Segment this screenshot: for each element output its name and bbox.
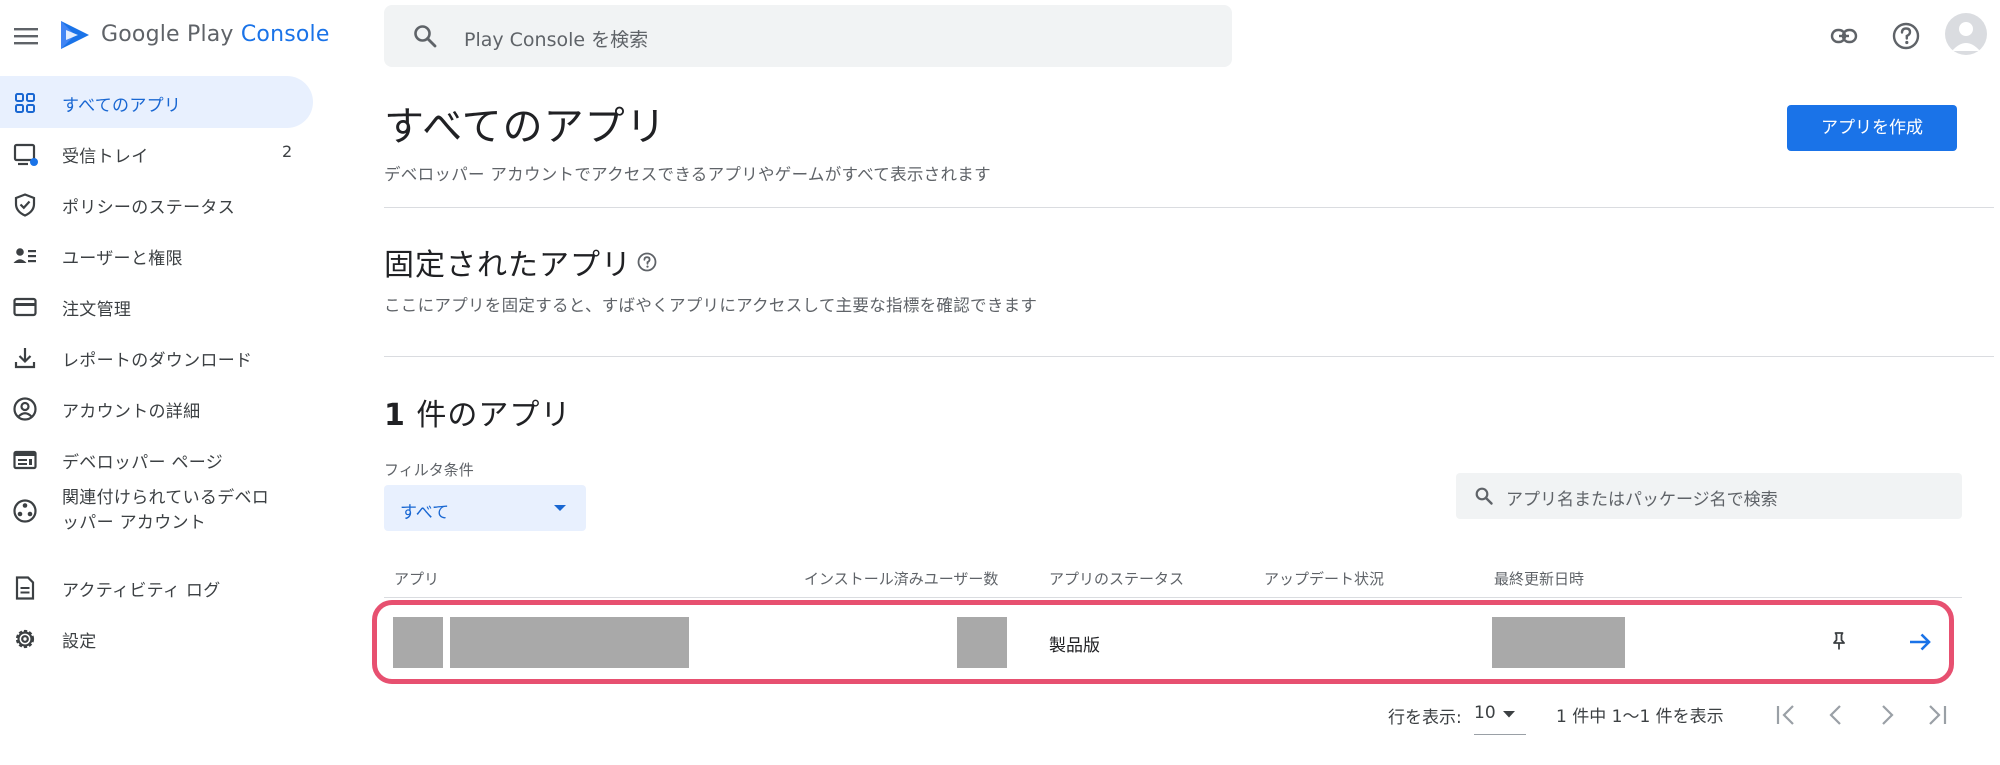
- column-header-app[interactable]: アプリ: [394, 568, 439, 589]
- inbox-count-badge: 2: [282, 142, 293, 161]
- rows-per-page-select[interactable]: 10: [1474, 696, 1526, 735]
- filter-selected-value: すべて: [400, 503, 450, 523]
- search-icon: [412, 23, 438, 49]
- help-icon[interactable]: [1890, 20, 1922, 52]
- caret-down-icon: [1502, 710, 1516, 719]
- next-page-icon[interactable]: [1872, 700, 1902, 730]
- avatar[interactable]: [1945, 13, 1987, 55]
- sidebar-item-policy-status[interactable]: ポリシーのステータス: [0, 179, 313, 229]
- inbox-icon: [12, 141, 38, 167]
- logo-text-accent: Console: [240, 22, 330, 47]
- help-icon[interactable]: [636, 251, 658, 273]
- shield-check-icon: [12, 192, 38, 218]
- section-divider: [384, 356, 1994, 357]
- grid-icon: [12, 90, 38, 116]
- last-page-icon[interactable]: [1922, 700, 1952, 730]
- search-icon: [1474, 486, 1494, 506]
- sidebar-item-download-reports[interactable]: レポートのダウンロード: [0, 332, 313, 382]
- search-placeholder: Play Console を検索: [464, 29, 649, 51]
- rows-per-page-value: 10: [1474, 703, 1496, 723]
- sidebar-item-users-permissions[interactable]: ユーザーと権限: [0, 230, 313, 280]
- filter-dropdown[interactable]: すべて: [384, 485, 586, 531]
- document-icon: [12, 575, 38, 601]
- sidebar-item-label: 関連付けられているデベロ ッパー アカウント: [62, 486, 269, 536]
- sidebar-item-label: 受信トレイ: [62, 147, 149, 167]
- sidebar-item-label: すべてのアプリ: [62, 96, 182, 116]
- sidebar-item-linked-accounts[interactable]: 関連付けられているデベロ ッパー アカウント: [0, 485, 313, 551]
- sidebar-item-label-line2: ッパー アカウント: [62, 513, 207, 533]
- app-count-number: 1: [384, 398, 406, 433]
- previous-page-icon[interactable]: [1821, 700, 1851, 730]
- sidebar-item-label: ユーザーと権限: [62, 249, 183, 269]
- page-title: すべてのアプリ: [384, 104, 667, 150]
- credit-card-icon: [12, 294, 38, 320]
- linked-accounts-icon: [12, 498, 38, 524]
- pinned-apps-title: 固定されたアプリ: [384, 248, 632, 283]
- sidebar-item-label: アクティビティ ログ: [62, 581, 221, 601]
- section-divider: [384, 207, 1994, 208]
- sidebar-item-label: レポートのダウンロード: [62, 351, 253, 371]
- sidebar-item-label-line1: 関連付けられているデベロ: [62, 488, 270, 508]
- sidebar-item-activity-log[interactable]: アクティビティ ログ: [0, 562, 313, 612]
- app-icon-redacted: [393, 617, 443, 668]
- last-updated-redacted: [1492, 617, 1625, 668]
- pagination-range: 1 件中 1〜1 件を表示: [1556, 707, 1724, 727]
- app-name-redacted: [450, 617, 689, 668]
- sidebar-item-inbox[interactable]: 受信トレイ 2: [0, 128, 313, 178]
- column-header-installs[interactable]: インストール済みユーザー数: [804, 568, 998, 589]
- play-console-logo-icon: [58, 18, 92, 52]
- install-count-redacted: [957, 617, 1007, 668]
- arrow-right-icon[interactable]: [1906, 628, 1934, 656]
- column-header-update-status[interactable]: アップデート状況: [1264, 568, 1384, 589]
- link-icon[interactable]: [1829, 21, 1859, 51]
- search-placeholder: アプリ名またはパッケージ名で検索: [1506, 490, 1778, 510]
- web-page-icon: [12, 447, 38, 473]
- sidebar-item-label: デベロッパー ページ: [62, 453, 224, 473]
- filter-label: フィルタ条件: [384, 461, 474, 479]
- column-header-last-updated[interactable]: 最終更新日時: [1494, 568, 1584, 589]
- sidebar-item-settings[interactable]: 設定: [0, 613, 313, 663]
- download-icon: [12, 345, 38, 371]
- sidebar-item-label: アカウントの詳細: [62, 402, 201, 422]
- sidebar-item-all-apps[interactable]: すべてのアプリ: [0, 77, 313, 127]
- sidebar-item-order-management[interactable]: 注文管理: [0, 281, 313, 331]
- sidebar-item-account-details[interactable]: アカウントの詳細: [0, 383, 313, 433]
- user-list-icon: [12, 243, 38, 269]
- sidebar-item-label: ポリシーのステータス: [62, 198, 235, 218]
- app-count-title: 1 件のアプリ: [384, 390, 571, 434]
- logo-text-main: Google Play: [101, 22, 241, 47]
- first-page-icon[interactable]: [1771, 700, 1801, 730]
- sidebar-item-label: 設定: [62, 632, 97, 652]
- app-search-input[interactable]: アプリ名またはパッケージ名で検索: [1456, 473, 1962, 519]
- account-circle-icon: [12, 396, 38, 422]
- caret-down-icon: [552, 503, 568, 513]
- column-header-status[interactable]: アプリのステータス: [1049, 568, 1184, 589]
- menu-icon[interactable]: [10, 20, 42, 52]
- global-search-input[interactable]: Play Console を検索: [384, 5, 1232, 67]
- gear-icon: [12, 626, 38, 652]
- app-count-text: 件のアプリ: [416, 398, 572, 433]
- pinned-apps-subtitle: ここにアプリを固定すると、すばやくアプリにアクセスして主要な指標を確認できます: [384, 296, 1038, 315]
- sidebar-item-label: 注文管理: [62, 300, 132, 320]
- rows-per-page-label: 行を表示:: [1388, 708, 1462, 728]
- page-subtitle: デベロッパー アカウントでアクセスできるアプリやゲームがすべて表示されます: [384, 165, 991, 184]
- table-header-divider: [384, 597, 1962, 598]
- app-logo-text: Google Play Console: [101, 22, 330, 47]
- pin-icon[interactable]: [1828, 630, 1850, 652]
- app-status-cell: 製品版: [1049, 636, 1100, 656]
- sidebar-item-developer-page[interactable]: デベロッパー ページ: [0, 434, 313, 484]
- create-app-button[interactable]: アプリを作成: [1787, 105, 1957, 151]
